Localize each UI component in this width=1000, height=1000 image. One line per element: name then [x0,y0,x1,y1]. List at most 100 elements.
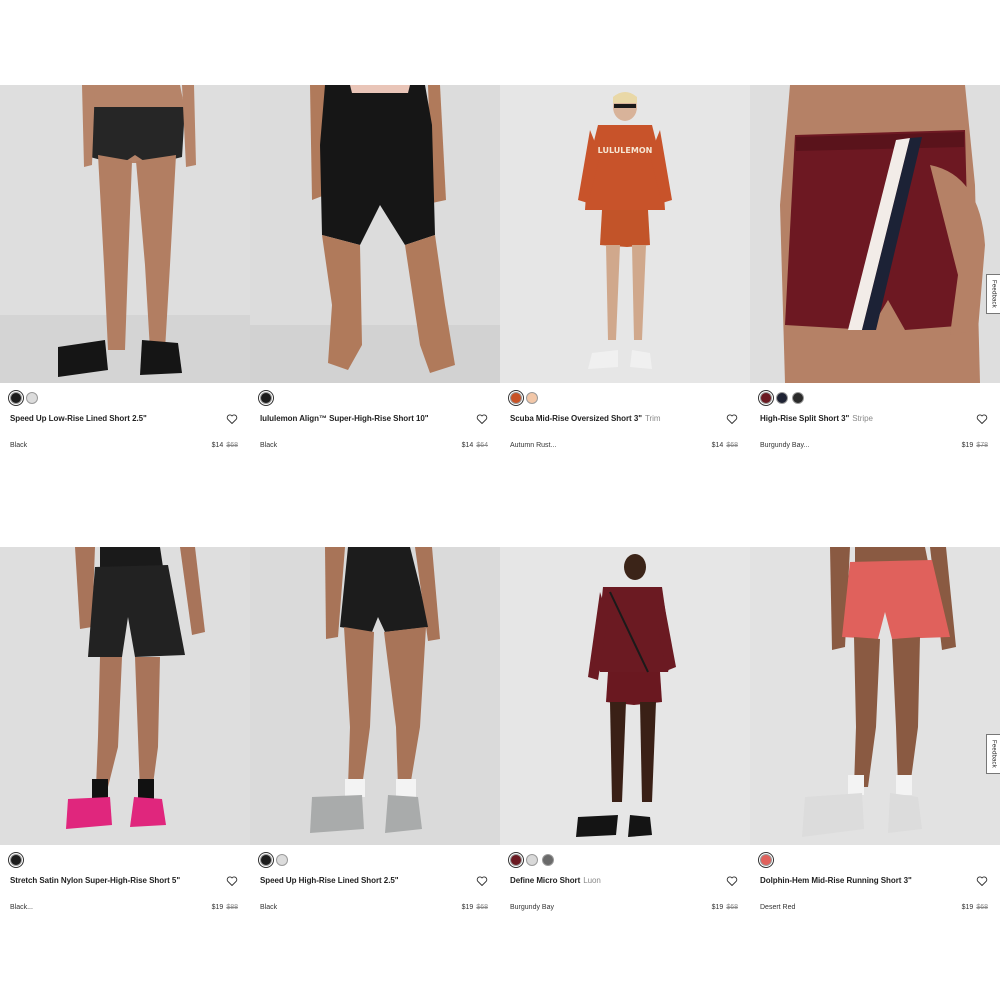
original-price: $68 [726,904,738,911]
original-price: $68 [226,442,238,449]
price: $19 $88 [212,904,238,911]
color-swatch[interactable] [260,392,272,404]
color-swatches [760,854,772,868]
original-price: $78 [976,442,988,449]
product-title[interactable]: Scuba Mid-Rise Oversized Short 3" [510,414,642,423]
product-title[interactable]: Dolphin-Hem Mid-Rise Running Short 3" [760,876,912,885]
product-variant: Stripe [852,414,873,423]
wishlist-heart-icon[interactable] [226,413,238,425]
color-name: Black [260,904,278,911]
original-price: $68 [476,904,488,911]
color-name: Black... [10,904,33,911]
wishlist-heart-icon[interactable] [726,413,738,425]
color-swatch[interactable] [276,854,288,866]
price: $14 $68 [712,442,738,449]
product-image[interactable] [750,547,1000,845]
color-swatch[interactable] [526,854,538,866]
color-swatches [760,392,804,406]
color-swatch[interactable] [26,392,38,404]
product-title[interactable]: Stretch Satin Nylon Super-High-Rise Shor… [10,876,180,885]
color-swatch[interactable] [760,854,772,866]
color-name: Desert Red [760,904,796,911]
product-name[interactable]: High-Rise Split Short 3" Stripe [760,414,972,424]
product-image[interactable] [750,85,1000,383]
color-name: Burgundy Bay... [760,442,810,449]
product-image[interactable]: LULULEMON [500,85,750,383]
product-image[interactable] [0,547,250,845]
product-card[interactable]: Speed Up Low-Rise Lined Short 2.5" Black… [0,85,250,449]
wishlist-heart-icon[interactable] [726,875,738,887]
color-swatch[interactable] [10,392,22,404]
product-name[interactable]: lululemon Align™ Super-High-Rise Short 1… [260,414,472,424]
color-swatch[interactable] [760,392,772,404]
product-card[interactable]: High-Rise Split Short 3" Stripe Burgundy … [750,85,1000,449]
color-swatch[interactable] [526,392,538,404]
svg-text:LULULEMON: LULULEMON [598,146,653,155]
color-name: Black [260,442,278,449]
product-image[interactable] [250,547,500,845]
product-image[interactable] [250,85,500,383]
price: $19 $78 [962,442,988,449]
sale-price: $14 [211,442,224,449]
sale-price: $14 [711,442,724,449]
price: $19 $68 [712,904,738,911]
color-swatch[interactable] [510,854,522,866]
sale-price: $19 [961,442,974,449]
product-name[interactable]: Scuba Mid-Rise Oversized Short 3" Trim [510,414,722,424]
color-swatch[interactable] [776,392,788,404]
color-swatch[interactable] [10,854,22,866]
sale-price: $14 [461,442,474,449]
product-card[interactable]: LULULEMON Scuba Mid-Rise Oversized Short… [500,85,750,449]
product-title[interactable]: Speed Up Low-Rise Lined Short 2.5" [10,414,147,423]
product-title[interactable]: Speed Up High-Rise Lined Short 2.5" [260,876,399,885]
color-swatches [260,392,272,406]
wishlist-heart-icon[interactable] [476,413,488,425]
product-name[interactable]: Dolphin-Hem Mid-Rise Running Short 3" [760,876,972,886]
feedback-tab[interactable]: Feedback [986,734,1000,774]
price: $14 $64 [462,442,488,449]
color-swatches [510,854,554,868]
product-card[interactable]: Stretch Satin Nylon Super-High-Rise Shor… [0,547,250,911]
original-price: $64 [476,442,488,449]
product-title[interactable]: lululemon Align™ Super-High-Rise Short 1… [260,414,429,423]
color-swatches [510,392,538,406]
wishlist-heart-icon[interactable] [976,413,988,425]
sale-price: $19 [211,904,224,911]
feedback-tab[interactable]: Feedback [986,274,1000,314]
color-swatches [10,854,22,868]
color-name: Black [10,442,28,449]
product-name[interactable]: Stretch Satin Nylon Super-High-Rise Shor… [10,876,222,886]
product-card[interactable]: Define Micro Short Luon Burgundy Bay $19 $… [500,547,750,911]
color-swatch[interactable] [260,854,272,866]
price: $19 $68 [962,904,988,911]
wishlist-heart-icon[interactable] [226,875,238,887]
feedback-label: Feedback [990,740,997,768]
color-swatches [260,854,288,868]
product-card[interactable]: lululemon Align™ Super-High-Rise Short 1… [250,85,500,449]
wishlist-heart-icon[interactable] [976,875,988,887]
product-card[interactable]: Dolphin-Hem Mid-Rise Running Short 3" De… [750,547,1000,911]
color-swatch[interactable] [792,392,804,404]
sale-price: $19 [711,904,724,911]
product-name[interactable]: Speed Up High-Rise Lined Short 2.5" [260,876,472,886]
product-variant: Trim [644,414,661,423]
product-name[interactable]: Speed Up Low-Rise Lined Short 2.5" [10,414,222,424]
sale-price: $19 [461,904,474,911]
product-image[interactable] [500,547,750,845]
color-swatch[interactable] [542,854,554,866]
original-price: $88 [226,904,238,911]
product-image[interactable] [0,85,250,383]
price: $14 $68 [212,442,238,449]
product-title[interactable]: Define Micro Short [510,876,580,885]
price: $19 $68 [462,904,488,911]
color-swatches [10,392,38,406]
wishlist-heart-icon[interactable] [476,875,488,887]
product-card[interactable]: Speed Up High-Rise Lined Short 2.5" Blac… [250,547,500,911]
product-variant: Luon [583,876,601,885]
color-name: Burgundy Bay [510,904,554,911]
product-name[interactable]: Define Micro Short Luon [510,876,722,886]
product-grid-row-2: Stretch Satin Nylon Super-High-Rise Shor… [0,547,1000,911]
product-title[interactable]: High-Rise Split Short 3" [760,414,849,423]
original-price: $68 [726,442,738,449]
color-swatch[interactable] [510,392,522,404]
